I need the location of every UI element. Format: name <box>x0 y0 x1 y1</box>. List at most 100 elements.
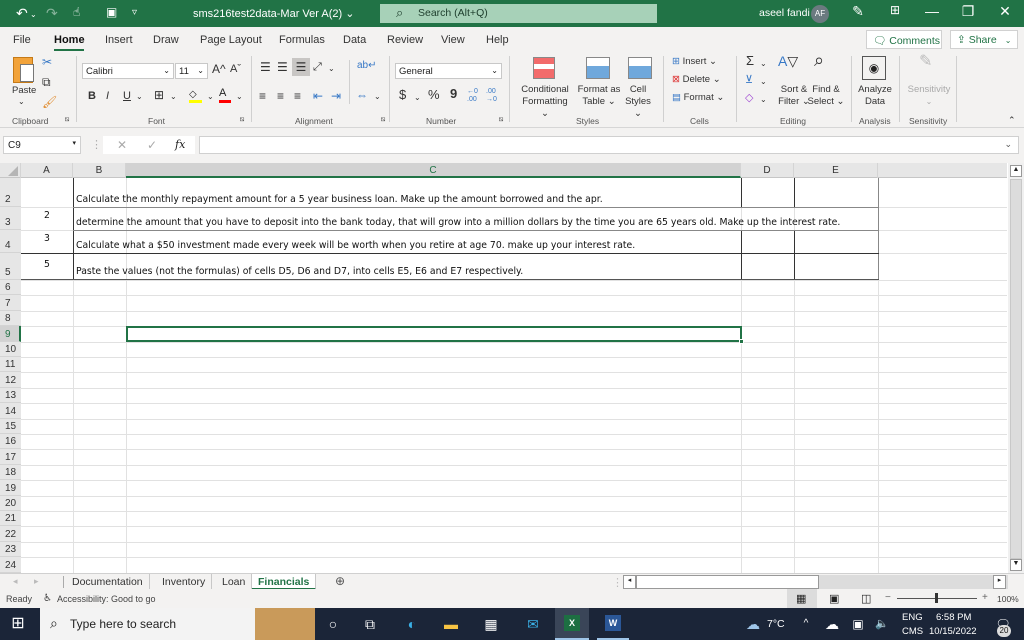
insert-function-icon[interactable]: fx <box>175 138 185 151</box>
normal-view-button[interactable]: ▦ <box>787 589 817 608</box>
sheet-tab-financials[interactable]: Financials <box>252 574 317 590</box>
avatar[interactable]: AF <box>811 5 829 23</box>
file-explorer-icon[interactable]: ▬ <box>441 614 461 634</box>
edge-icon[interactable]: ◐ <box>402 614 422 634</box>
cell-a5[interactable]: 5 <box>44 259 50 270</box>
bold-button[interactable]: B <box>88 90 96 102</box>
drag-handle-icon[interactable]: ⋮ <box>91 138 102 151</box>
tab-home[interactable]: Home <box>54 34 85 46</box>
cell-b2[interactable]: Calculate the monthly repayment amount f… <box>76 194 603 205</box>
column-header-c[interactable]: C <box>126 163 741 178</box>
cell-styles-icon[interactable] <box>628 57 652 79</box>
scroll-up-button[interactable]: ▲ <box>1010 165 1022 177</box>
tab-insert[interactable]: Insert <box>105 34 133 46</box>
h-scroll-thumb[interactable] <box>636 575 819 589</box>
fill-color-dropdown-icon[interactable]: ⌄ <box>207 91 214 103</box>
paste-icon[interactable] <box>13 57 34 83</box>
clipboard-launcher-icon[interactable]: ⧅ <box>65 116 69 124</box>
language-2[interactable]: CMS <box>902 626 923 637</box>
cancel-icon[interactable]: ✕ <box>117 138 127 152</box>
tab-formulas[interactable]: Formulas <box>279 34 325 46</box>
task-view-icon[interactable]: ⧉ <box>360 614 380 634</box>
align-center-icon[interactable]: ≡ <box>277 90 284 102</box>
merge-dropdown-icon[interactable]: ⌄ <box>374 91 381 103</box>
autosum-icon[interactable]: Σ <box>746 54 754 67</box>
undo-icon[interactable]: ↶ <box>16 5 28 22</box>
document-title[interactable]: sms216test2data-Mar Ver A(2) ⌄ <box>193 7 354 20</box>
row-header-11[interactable]: 11 <box>0 357 21 373</box>
decrease-decimal-button[interactable]: .00 →0 <box>486 88 500 104</box>
zoom-slider-thumb[interactable] <box>935 593 938 603</box>
sort-filter-icon[interactable]: A▽ <box>778 54 798 68</box>
column-header-a[interactable]: A <box>21 163 73 178</box>
show-hidden-icons[interactable]: ^ <box>796 614 816 634</box>
comma-style-button[interactable]: 9 <box>450 87 457 100</box>
comments-button[interactable]: 🗨 Comments <box>866 30 942 49</box>
weather-temp[interactable]: 7°C <box>767 618 785 630</box>
fill-handle[interactable] <box>739 339 744 344</box>
touch-mode-icon[interactable]: ☝ <box>73 5 80 19</box>
copy-icon[interactable]: ⧉ <box>42 76 51 88</box>
volume-icon[interactable]: 🔈 <box>872 614 892 634</box>
column-header-d[interactable]: D <box>741 163 794 178</box>
scroll-down-button[interactable]: ▼ <box>1010 559 1022 571</box>
cell-b3[interactable]: determine the amount that you have to de… <box>76 217 840 228</box>
font-color-icon[interactable]: A <box>219 87 233 103</box>
name-box[interactable]: C9 ▾ <box>3 136 81 154</box>
column-header-e[interactable]: E <box>794 163 878 178</box>
paste-dropdown-icon[interactable]: ⌄ <box>18 96 25 108</box>
sheet-tab-loan[interactable]: Loan <box>216 574 253 590</box>
row-header-23[interactable]: 23 <box>0 542 21 558</box>
analyze-data-icon[interactable]: ◉ <box>862 56 886 80</box>
conditional-formatting-icon[interactable] <box>533 57 555 79</box>
search-highlight-image[interactable] <box>255 608 315 640</box>
row-header-24[interactable]: 24 <box>0 557 21 573</box>
save-icon[interactable]: ▣ <box>106 5 117 19</box>
zoom-out-button[interactable]: − <box>885 592 891 603</box>
minimize-button[interactable]: — <box>922 3 942 19</box>
language-1[interactable]: ENG <box>902 612 923 623</box>
scroll-right-button[interactable]: ▸ <box>993 575 1006 589</box>
word-taskbar-button[interactable]: W <box>597 608 629 640</box>
format-painter-icon[interactable]: 🖌 <box>42 96 57 108</box>
analyze-data-button[interactable]: Analyze Data <box>856 84 894 108</box>
underline-dropdown-icon[interactable]: ⌄ <box>136 91 143 103</box>
alignment-launcher-icon[interactable]: ⧅ <box>381 116 385 124</box>
spreadsheet-grid[interactable]: A B C D E 2 3 4 5 6 7 8 9 10 11 12 13 14 15 16 17 18 19 20… <box>0 163 1024 574</box>
borders-dropdown-icon[interactable]: ⌄ <box>170 91 177 103</box>
clock-date[interactable]: 10/15/2022 <box>929 626 977 637</box>
enter-icon[interactable]: ✓ <box>147 138 157 152</box>
close-button[interactable]: ✕ <box>995 3 1015 20</box>
find-select-button[interactable]: Find & Select ⌄ <box>806 84 846 108</box>
cortana-icon[interactable]: ○ <box>323 614 343 634</box>
insert-cells-button[interactable]: ⊞ Insert ⌄ <box>672 56 717 68</box>
row-header-3[interactable]: 3 <box>0 207 21 230</box>
page-break-view-icon[interactable]: ◫ <box>861 592 871 605</box>
format-as-table-button[interactable]: Format as Table ⌄ <box>576 84 622 108</box>
italic-button[interactable]: I <box>106 90 109 102</box>
microsoft-store-icon[interactable]: ▦ <box>481 614 501 634</box>
format-cells-button[interactable]: ▤ Format ⌄ <box>672 92 724 104</box>
customize-toolbar-icon[interactable]: ▿ <box>132 7 137 18</box>
security-icon[interactable]: ▣ <box>848 614 868 634</box>
row-header-19[interactable]: 19 <box>0 480 21 496</box>
tab-draw[interactable]: Draw <box>153 34 179 46</box>
accessibility-status[interactable]: Accessibility: Good to go <box>57 594 156 604</box>
fill-dropdown-icon[interactable]: ⌄ <box>760 76 767 88</box>
increase-indent-icon[interactable]: ⇥ <box>331 90 341 102</box>
pen-icon[interactable]: ✎ <box>848 3 868 20</box>
tab-file[interactable]: File <box>13 34 31 46</box>
row-header-8[interactable]: 8 <box>0 311 21 327</box>
ribbon-display-icon[interactable]: ⊞ <box>885 3 905 17</box>
increase-decimal-button[interactable]: ←0.00 <box>467 88 481 104</box>
weather-icon[interactable]: ☁ <box>743 614 763 634</box>
onedrive-icon[interactable]: ☁ <box>822 614 842 634</box>
row-header-7[interactable]: 7 <box>0 295 21 311</box>
delete-cells-button[interactable]: ⊠ Delete ⌄ <box>672 74 721 86</box>
format-as-table-icon[interactable] <box>586 57 610 79</box>
horizontal-scrollbar[interactable]: ◂ ▸ <box>623 575 1008 589</box>
percent-button[interactable]: % <box>428 88 440 101</box>
drag-handle-icon[interactable]: ⋮ <box>612 576 623 589</box>
orientation-icon[interactable]: ⤢ <box>313 61 322 73</box>
row-header-10[interactable]: 10 <box>0 342 21 357</box>
